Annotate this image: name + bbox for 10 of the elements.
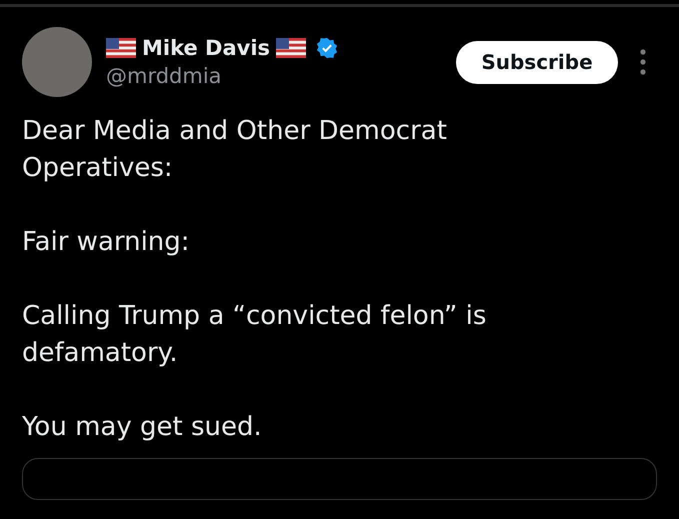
post-text: Calling Trump a “convicted felon” is defamatory. <box>22 300 488 370</box>
user-handle[interactable]: @mrddmia <box>106 64 338 88</box>
flag-icon <box>276 38 306 58</box>
author-name[interactable]: Mike Davis <box>142 36 270 60</box>
post-text: You may get sued. <box>22 411 263 444</box>
subscribe-button[interactable]: Subscribe <box>456 40 618 84</box>
flag-icon <box>106 38 136 58</box>
post-text: Dear Media and Other Democrat Operatives: <box>22 115 448 185</box>
more-options-icon[interactable] <box>640 49 646 75</box>
post-text: Fair warning: <box>22 226 191 259</box>
